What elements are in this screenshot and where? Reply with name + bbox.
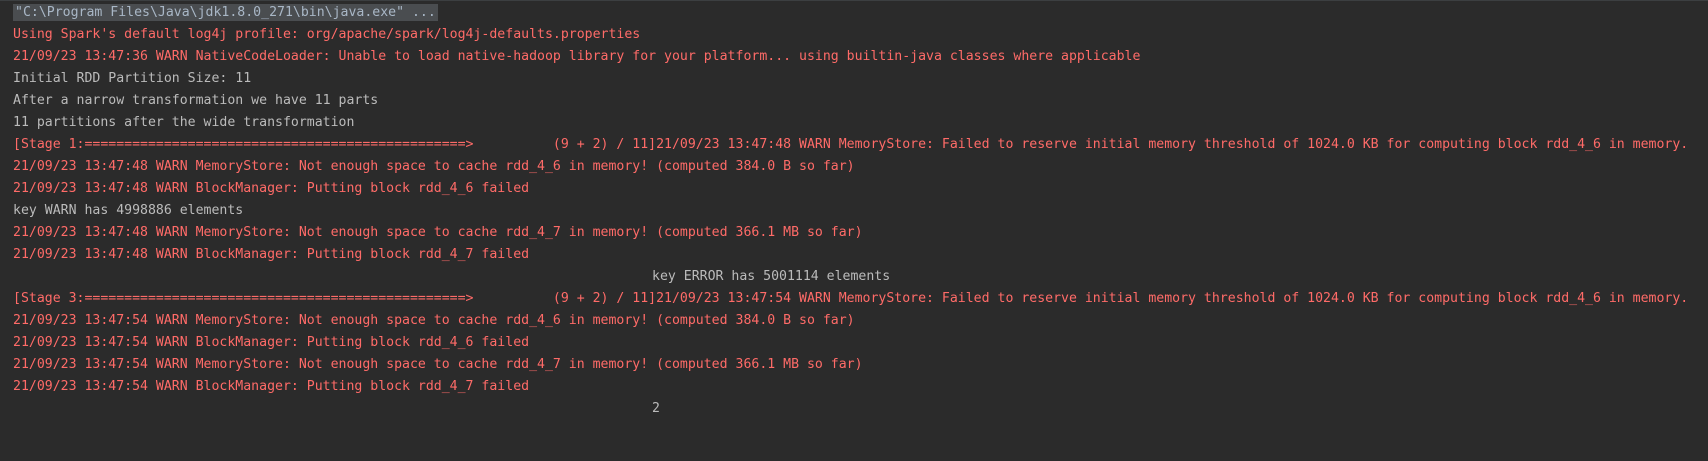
stdout-line: 2	[652, 401, 660, 416]
stdout-line: 11 partitions after the wide transformat…	[13, 115, 355, 130]
stdout-line: key ERROR has 5001114 elements	[652, 269, 891, 284]
stderr-line: 21/09/23 13:47:54 WARN MemoryStore: Not …	[13, 357, 863, 372]
stderr-line: 21/09/23 13:47:54 WARN BlockManager: Put…	[13, 379, 530, 394]
console-output[interactable]: "C:\Program Files\Java\jdk1.8.0_271\bin\…	[0, 0, 1708, 461]
command-text[interactable]: "C:\Program Files\Java\jdk1.8.0_271\bin\…	[13, 4, 438, 21]
stderr-line: [Stage 1:===============================…	[13, 137, 1689, 152]
stderr-line: 21/09/23 13:47:48 WARN BlockManager: Put…	[13, 181, 530, 196]
stdout-line: key WARN has 4998886 elements	[13, 203, 244, 218]
log-lines: Using Spark's default log4j profile: org…	[0, 24, 1708, 420]
stderr-line: 21/09/23 13:47:48 WARN BlockManager: Put…	[13, 247, 530, 262]
stderr-line: Using Spark's default log4j profile: org…	[13, 27, 641, 42]
command-line: "C:\Program Files\Java\jdk1.8.0_271\bin\…	[0, 2, 1708, 24]
stderr-line: 21/09/23 13:47:54 WARN MemoryStore: Not …	[13, 313, 855, 328]
stderr-line: [Stage 3:===============================…	[13, 291, 1689, 306]
stdout-line: Initial RDD Partition Size: 11	[13, 71, 252, 86]
stderr-line: 21/09/23 13:47:36 WARN NativeCodeLoader:…	[13, 49, 1141, 64]
stdout-line: After a narrow transformation we have 11…	[13, 93, 379, 108]
stderr-line: 21/09/23 13:47:48 WARN MemoryStore: Not …	[13, 159, 855, 174]
stderr-line: 21/09/23 13:47:48 WARN MemoryStore: Not …	[13, 225, 863, 240]
stderr-line: 21/09/23 13:47:54 WARN BlockManager: Put…	[13, 335, 530, 350]
